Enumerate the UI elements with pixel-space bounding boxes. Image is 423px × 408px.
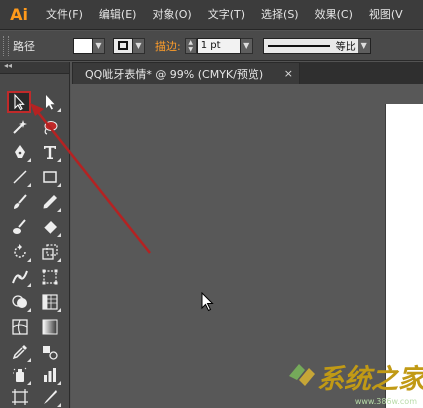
selection-arrow-icon [14, 93, 25, 111]
control-bar-grip[interactable] [3, 35, 9, 56]
watermark-url: www.386w.com [354, 397, 417, 406]
stroke-color-dropdown-icon[interactable]: ▼ [133, 37, 145, 54]
eyedropper-tool[interactable] [8, 341, 32, 363]
mesh-tool[interactable] [8, 316, 32, 338]
stroke-label[interactable]: 描边: [155, 38, 181, 54]
artboard-icon [12, 389, 28, 405]
blob-brush-icon [13, 219, 26, 234]
selection-tool[interactable] [7, 91, 31, 113]
app-logo: Ai [10, 5, 28, 24]
blob-brush-tool[interactable] [8, 216, 32, 238]
stroke-weight-dropdown-icon[interactable]: ▼ [240, 37, 253, 54]
stroke-weight-input[interactable]: 1 pt [196, 37, 241, 54]
rotate-tool[interactable] [8, 241, 32, 263]
width-tool[interactable] [8, 266, 32, 288]
free-transform-tool[interactable] [38, 266, 62, 288]
fill-color-swatch[interactable] [73, 37, 93, 54]
blend-tool[interactable] [38, 341, 62, 363]
menu-object[interactable]: 对象(O) [144, 0, 199, 30]
profile-dropdown-icon[interactable]: ▼ [357, 38, 370, 53]
shape-builder-tool[interactable] [8, 291, 32, 313]
document-tab[interactable]: QQ呲牙表情* @ 99% (CMYK/预览) × [72, 62, 300, 84]
pen-tool[interactable] [8, 141, 32, 163]
type-tool[interactable] [38, 141, 62, 163]
eraser-tool[interactable] [38, 216, 62, 238]
scale-tool[interactable] [38, 241, 62, 263]
paintbrush-tool[interactable] [8, 191, 32, 213]
tab-strip-empty [300, 62, 423, 84]
stroke-weight-stepper[interactable]: ▲ ▼ [184, 37, 197, 54]
collapse-panel-icon[interactable]: ◂◂ [4, 61, 12, 70]
menu-view[interactable]: 视图(V [361, 0, 411, 30]
variable-width-profile-select[interactable]: 等比 ▼ [262, 37, 371, 54]
artboard-tool[interactable] [8, 386, 32, 408]
menu-bar: Ai 文件(F) 编辑(E) 对象(O) 文字(T) 选择(S) 效果(C) 视… [0, 0, 423, 30]
mouse-cursor-icon [201, 292, 214, 312]
menu-effect[interactable]: 效果(C) [307, 0, 361, 30]
gradient-icon [42, 319, 58, 335]
magic-wand-tool[interactable] [8, 116, 32, 138]
fill-dropdown-icon[interactable]: ▼ [93, 37, 105, 54]
menu-file[interactable]: 文件(F) [38, 0, 91, 30]
menu-select[interactable]: 选择(S) [253, 0, 307, 30]
watermark-text: 系统之家 [317, 364, 423, 395]
profile-line-icon [267, 44, 330, 47]
lasso-tool[interactable] [38, 116, 62, 138]
direct-selection-tool[interactable] [38, 91, 62, 113]
mesh-icon [12, 319, 28, 335]
tools-panel-header[interactable]: ◂◂ [0, 61, 69, 74]
lasso-icon [44, 121, 58, 135]
gradient-tool[interactable] [38, 316, 62, 338]
stroke-color-swatch[interactable] [113, 37, 133, 54]
menu-type[interactable]: 文字(T) [200, 0, 253, 30]
close-tab-icon[interactable]: × [284, 67, 293, 80]
blend-icon [43, 346, 58, 360]
magic-wand-icon [13, 120, 27, 134]
watermark: 系统之家 www.386w.com [275, 352, 423, 408]
selection-type-label: 路径 [13, 39, 35, 53]
line-segment-tool[interactable] [8, 166, 32, 188]
document-tab-title: QQ呲牙表情* @ 99% (CMYK/预览) [85, 67, 264, 81]
rectangle-tool[interactable] [38, 166, 62, 188]
slice-tool[interactable] [38, 386, 62, 408]
symbol-sprayer-tool[interactable] [8, 364, 32, 386]
column-graph-tool[interactable] [38, 364, 62, 386]
profile-label: 等比 [335, 42, 356, 53]
menu-edit[interactable]: 编辑(E) [91, 0, 145, 30]
free-transform-icon [42, 269, 58, 285]
paintbrush-icon [14, 194, 27, 209]
pencil-tool[interactable] [38, 191, 62, 213]
control-bar: 路径 ▼ ▼ 描边: ▲ ▼ 1 pt ▼ 等比 ▼ [0, 31, 423, 61]
perspective-grid-tool[interactable] [38, 291, 62, 313]
